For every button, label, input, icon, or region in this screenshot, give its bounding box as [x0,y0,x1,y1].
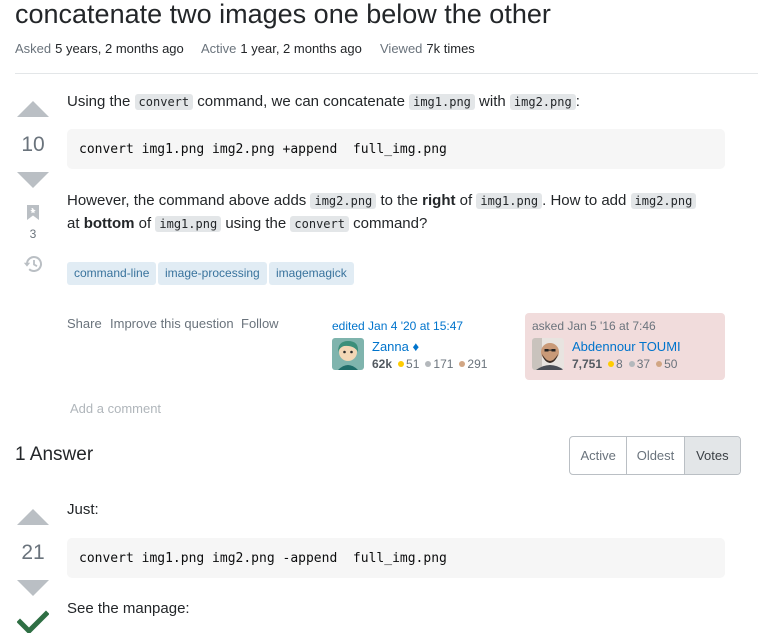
inline-code: img2.png [310,193,377,209]
inline-code: img1.png [155,216,222,232]
viewed-meta: Viewed 7k times [380,41,475,56]
editor-name-text[interactable]: Zanna [372,339,409,354]
avatar[interactable] [332,338,364,370]
editor-reputation: 62k 51 171 291 [372,357,487,371]
inline-code: convert [134,94,194,110]
answer-count-heading: 1 Answer [15,444,94,465]
text: using the [221,215,291,232]
asker-reputation: 7,751 8 37 50 [572,357,677,371]
gold-badge-icon [608,361,615,368]
bronze-badge-count: 50 [664,357,678,371]
bookmark-icon[interactable] [15,204,51,226]
inline-code: img2.png [630,193,697,209]
bronze-badge-count: 291 [467,357,488,371]
answer-sort-group: Active Oldest Votes [569,436,741,475]
edited-timestamp[interactable]: edited Jan 4 '20 at 15:47 [332,319,463,333]
reputation-score: 7,751 [572,357,603,371]
accepted-check-icon [16,610,50,633]
bookmark-count: 3 [29,227,37,241]
strong-text: right [422,192,456,209]
text: : [575,93,580,110]
question-paragraph-2: However, the command above adds img2.png… [67,189,697,213]
gold-badge-count: 51 [406,357,420,371]
bronze-badge-icon [459,361,466,368]
asked-timestamp: asked Jan 5 '16 at 7:46 [532,319,656,333]
upvote-icon[interactable] [15,506,51,530]
question-paragraph-1: Using the convert command, we can concat… [67,90,580,114]
text: with [474,93,510,110]
avatar[interactable] [532,338,564,370]
inline-code: convert [290,216,349,232]
sort-oldest-button[interactable]: Oldest [627,437,685,474]
downvote-icon[interactable] [15,168,51,192]
text: of [455,192,477,209]
bronze-badge-icon [656,361,663,368]
text: command? [348,215,428,232]
inline-code: img1.png [409,94,475,110]
answer-score: 21 [21,541,45,564]
asked-value: 5 years, 2 months ago [55,41,184,56]
share-link[interactable]: Share [67,316,102,331]
text: of [134,215,156,232]
question-title[interactable]: concatenate two images one below the oth… [15,0,551,32]
text: to the [376,192,423,209]
question-score: 10 [21,133,45,156]
question-paragraph-3: at bottom of img1.png using the convert … [67,212,427,236]
inline-code: img2.png [509,94,576,110]
gold-badge-count: 8 [616,357,623,371]
asked-meta: Asked 5 years, 2 months ago [15,41,184,56]
inline-code: img1.png [476,193,543,209]
tag-command-line[interactable]: command-line [67,262,157,285]
answer-paragraph-2: See the manpage: [67,600,190,617]
silver-badge-count: 37 [636,357,651,371]
active-label: Active [201,41,237,56]
answer-code-block: convert img1.png img2.png -append full_i… [67,538,725,578]
upvote-icon[interactable] [15,98,51,122]
add-comment-link[interactable]: Add a comment [70,401,161,416]
active-meta: Active 1 year, 2 months ago [201,41,362,56]
asker-name[interactable]: Abdennour TOUMI [572,339,681,354]
asked-label: Asked [15,41,52,56]
sort-active-button[interactable]: Active [570,437,628,474]
viewed-value: 7k times [426,41,475,56]
gold-badge-icon [398,361,405,368]
strong-text: bottom [83,215,135,232]
header-divider [15,73,758,74]
moderator-diamond-icon: ♦ [412,339,420,354]
answer-paragraph-1: Just: [67,501,99,518]
tag-image-processing[interactable]: image-processing [158,262,267,285]
sort-votes-button[interactable]: Votes [684,437,740,474]
text: Using the [67,93,135,110]
silver-badge-icon [628,361,635,368]
history-icon[interactable] [15,255,51,278]
silver-badge-count: 171 [433,357,454,371]
active-value[interactable]: 1 year, 2 months ago [240,41,361,56]
text: command, we can concatenate [193,93,410,110]
text: . How to add [542,192,631,209]
text: at [67,215,84,232]
follow-link[interactable]: Follow [241,316,279,331]
reputation-score: 62k [372,357,393,371]
editor-name[interactable]: Zanna ♦ [372,339,419,354]
viewed-label: Viewed [380,41,423,56]
silver-badge-icon [425,361,432,368]
text: However, the command above adds [67,192,311,209]
question-code-block: convert img1.png img2.png +append full_i… [67,129,725,169]
tag-imagemagick[interactable]: imagemagick [269,262,354,285]
downvote-icon[interactable] [15,576,51,600]
improve-question-link[interactable]: Improve this question [110,316,234,331]
